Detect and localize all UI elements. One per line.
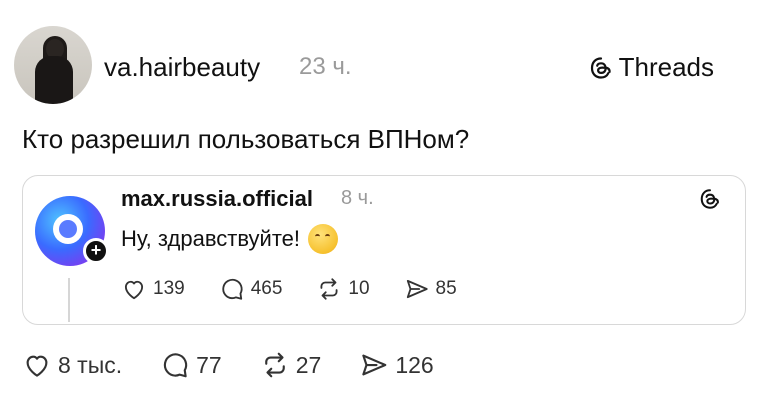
hugging-face-emoji-icon: [308, 224, 339, 254]
reply-count: 77: [196, 351, 222, 378]
share-count: 126: [395, 351, 434, 378]
quoted-post-card[interactable]: + max.russia.official 8 ч. Ну, здравству…: [22, 175, 746, 325]
quoted-repost-button[interactable]: 10: [316, 276, 370, 302]
quoted-like-button[interactable]: 139: [121, 276, 185, 302]
quoted-post-timestamp: 8 ч.: [341, 187, 374, 209]
comment-bubble-icon: [222, 278, 243, 300]
max-logo-core: [59, 220, 77, 238]
quoted-author-username[interactable]: max.russia.official: [121, 186, 313, 212]
post-header: va.hairbeauty 23 ч. Threads: [14, 26, 754, 106]
quoted-reply-count: 465: [250, 278, 283, 299]
like-button[interactable]: 8 тыс.: [22, 350, 122, 380]
repost-icon: [264, 352, 285, 378]
post-body-text: Кто разрешил пользоваться ВПНом?: [22, 124, 470, 154]
threads-brand-label: Threads: [618, 52, 714, 82]
avatar-figure-body: [35, 56, 73, 104]
threads-logo-icon: [590, 56, 611, 79]
post-timestamp: 23 ч.: [299, 53, 352, 80]
threads-brand: Threads: [589, 52, 714, 83]
comment-bubble-icon: [163, 353, 188, 378]
reply-button[interactable]: 77: [160, 350, 222, 380]
author-avatar[interactable]: [14, 26, 92, 104]
author-username[interactable]: va.hairbeauty: [104, 52, 260, 83]
heart-icon: [26, 355, 48, 377]
quoted-repost-count: 10: [348, 278, 370, 299]
repost-icon: [320, 278, 338, 300]
quoted-like-count: 139: [153, 278, 185, 299]
quoted-post-actions: 139 465 10 85: [121, 276, 457, 302]
heart-icon: [124, 280, 144, 300]
quoted-share-count: 85: [435, 278, 457, 299]
thread-line: [68, 278, 70, 322]
quoted-post-text: Ну, здравствуйте!: [121, 226, 301, 251]
quoted-reply-button[interactable]: 465: [219, 276, 283, 302]
post-actions: 8 тыс. 77 27 126: [22, 350, 434, 380]
share-button[interactable]: 126: [359, 350, 434, 380]
repost-button[interactable]: 27: [260, 350, 322, 380]
threads-logo-icon[interactable]: [699, 188, 721, 210]
quoted-share-button[interactable]: 85: [404, 276, 457, 302]
follow-plus-button[interactable]: +: [83, 238, 109, 264]
like-count: 8 тыс.: [58, 351, 123, 378]
quoted-post-body: Ну, здравствуйте!: [121, 224, 339, 254]
send-icon: [406, 279, 428, 299]
repost-count: 27: [295, 351, 322, 378]
send-icon: [362, 354, 387, 376]
